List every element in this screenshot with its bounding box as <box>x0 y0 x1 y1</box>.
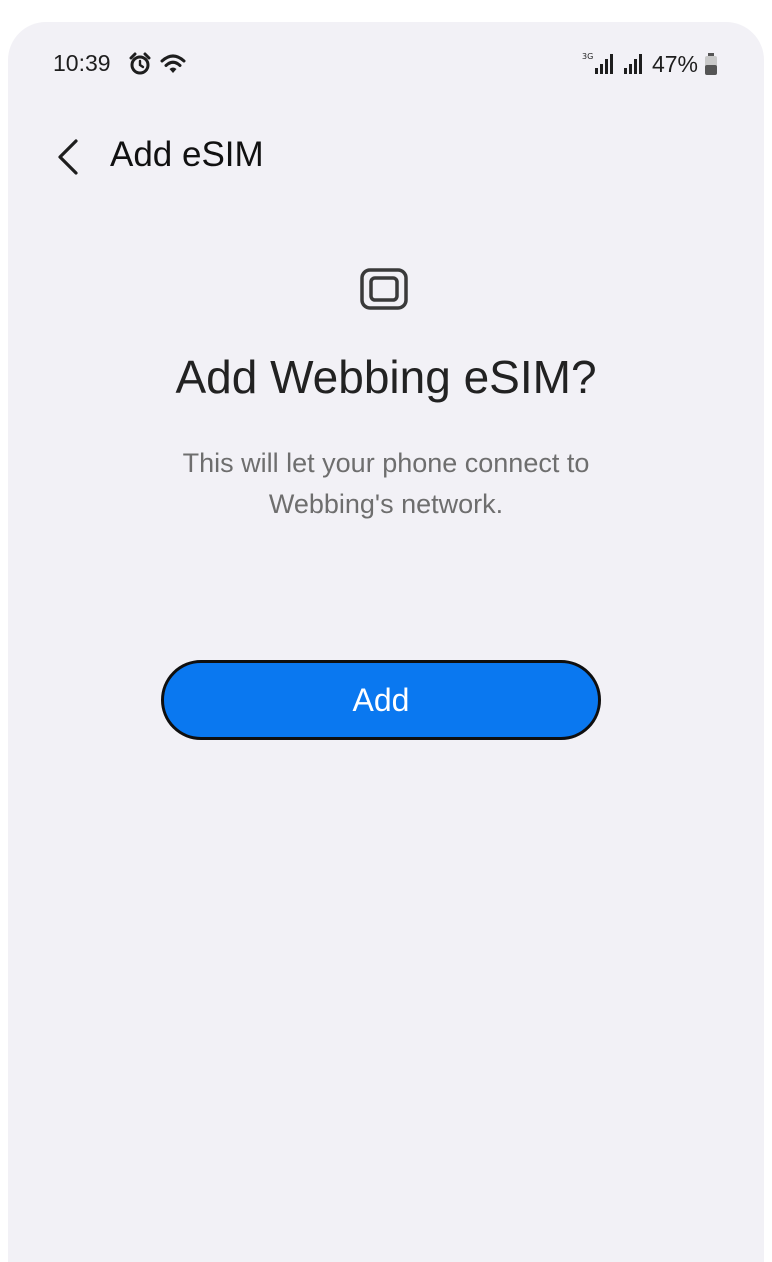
svg-text:3G: 3G <box>582 52 593 61</box>
signal-3g-icon: 3G <box>582 52 613 74</box>
header: Add eSIM <box>8 122 764 192</box>
battery-percent: 47% <box>651 50 698 77</box>
dialog-title: Add Webbing eSIM? <box>175 351 597 403</box>
page-title: Add eSIM <box>110 135 264 174</box>
dialog-description: This will let your phone connect to Webb… <box>182 448 590 519</box>
status-time: 10:39 <box>53 50 111 76</box>
status-left-icons <box>128 52 186 76</box>
sim-card-icon <box>360 268 408 310</box>
battery-icon <box>705 53 717 75</box>
status-bar: 10:39 3G 47% <box>8 22 764 102</box>
back-button[interactable] <box>48 134 88 180</box>
chevron-left-icon <box>58 139 78 175</box>
screen: 10:39 3G 47% Add eSIM Add Webbing eSIM? … <box>8 22 764 1262</box>
add-button[interactable]: Add <box>161 660 601 740</box>
signal-icon <box>623 54 642 74</box>
alarm-icon <box>129 52 151 75</box>
wifi-icon <box>160 54 186 73</box>
status-right-icons: 3G 47% <box>582 50 718 78</box>
